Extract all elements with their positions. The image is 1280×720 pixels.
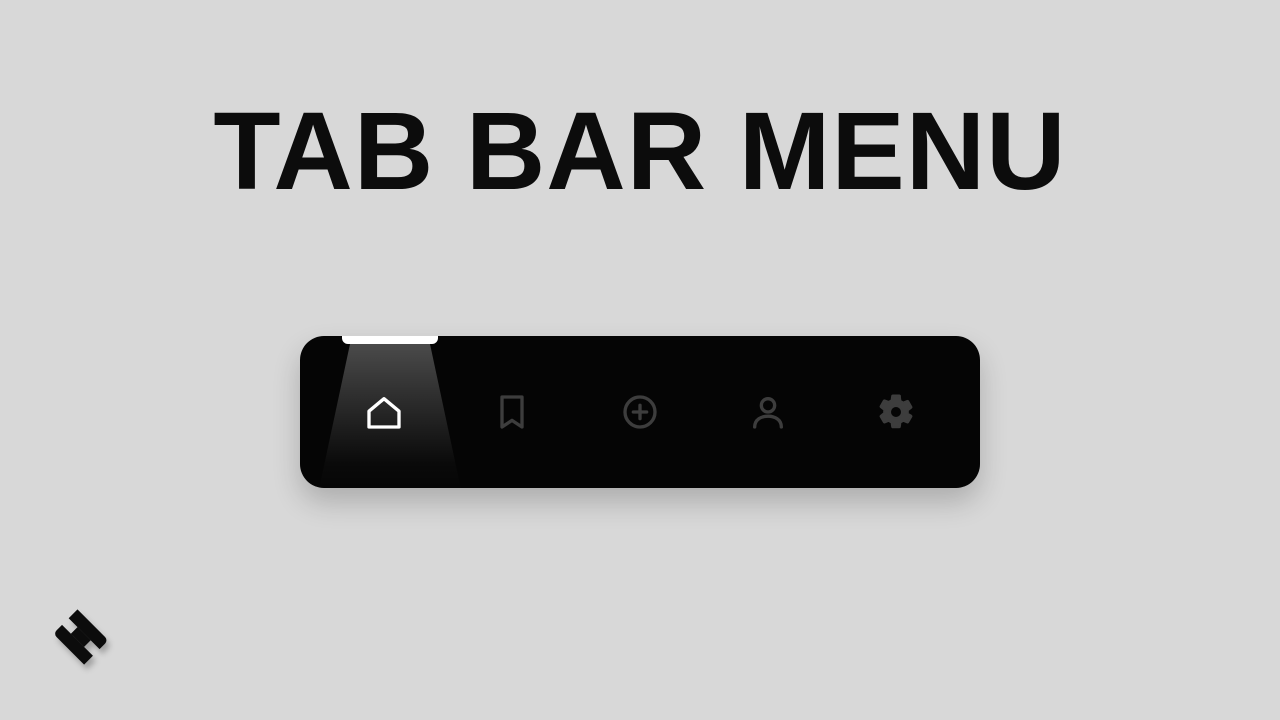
tab-profile[interactable] xyxy=(704,336,832,488)
page-title: TAB BAR MENU xyxy=(0,88,1280,215)
gear-icon xyxy=(876,392,916,432)
active-tab-indicator xyxy=(342,336,438,344)
tab-bookmark[interactable] xyxy=(448,336,576,488)
tab-add[interactable] xyxy=(576,336,704,488)
tab-list xyxy=(300,336,980,488)
home-icon xyxy=(364,392,404,432)
brand-logo-icon xyxy=(44,598,122,676)
user-icon xyxy=(748,392,788,432)
tab-settings[interactable] xyxy=(832,336,960,488)
bookmark-icon xyxy=(492,392,532,432)
plus-circle-icon xyxy=(620,392,660,432)
tab-home[interactable] xyxy=(320,336,448,488)
tab-bar xyxy=(300,336,980,488)
